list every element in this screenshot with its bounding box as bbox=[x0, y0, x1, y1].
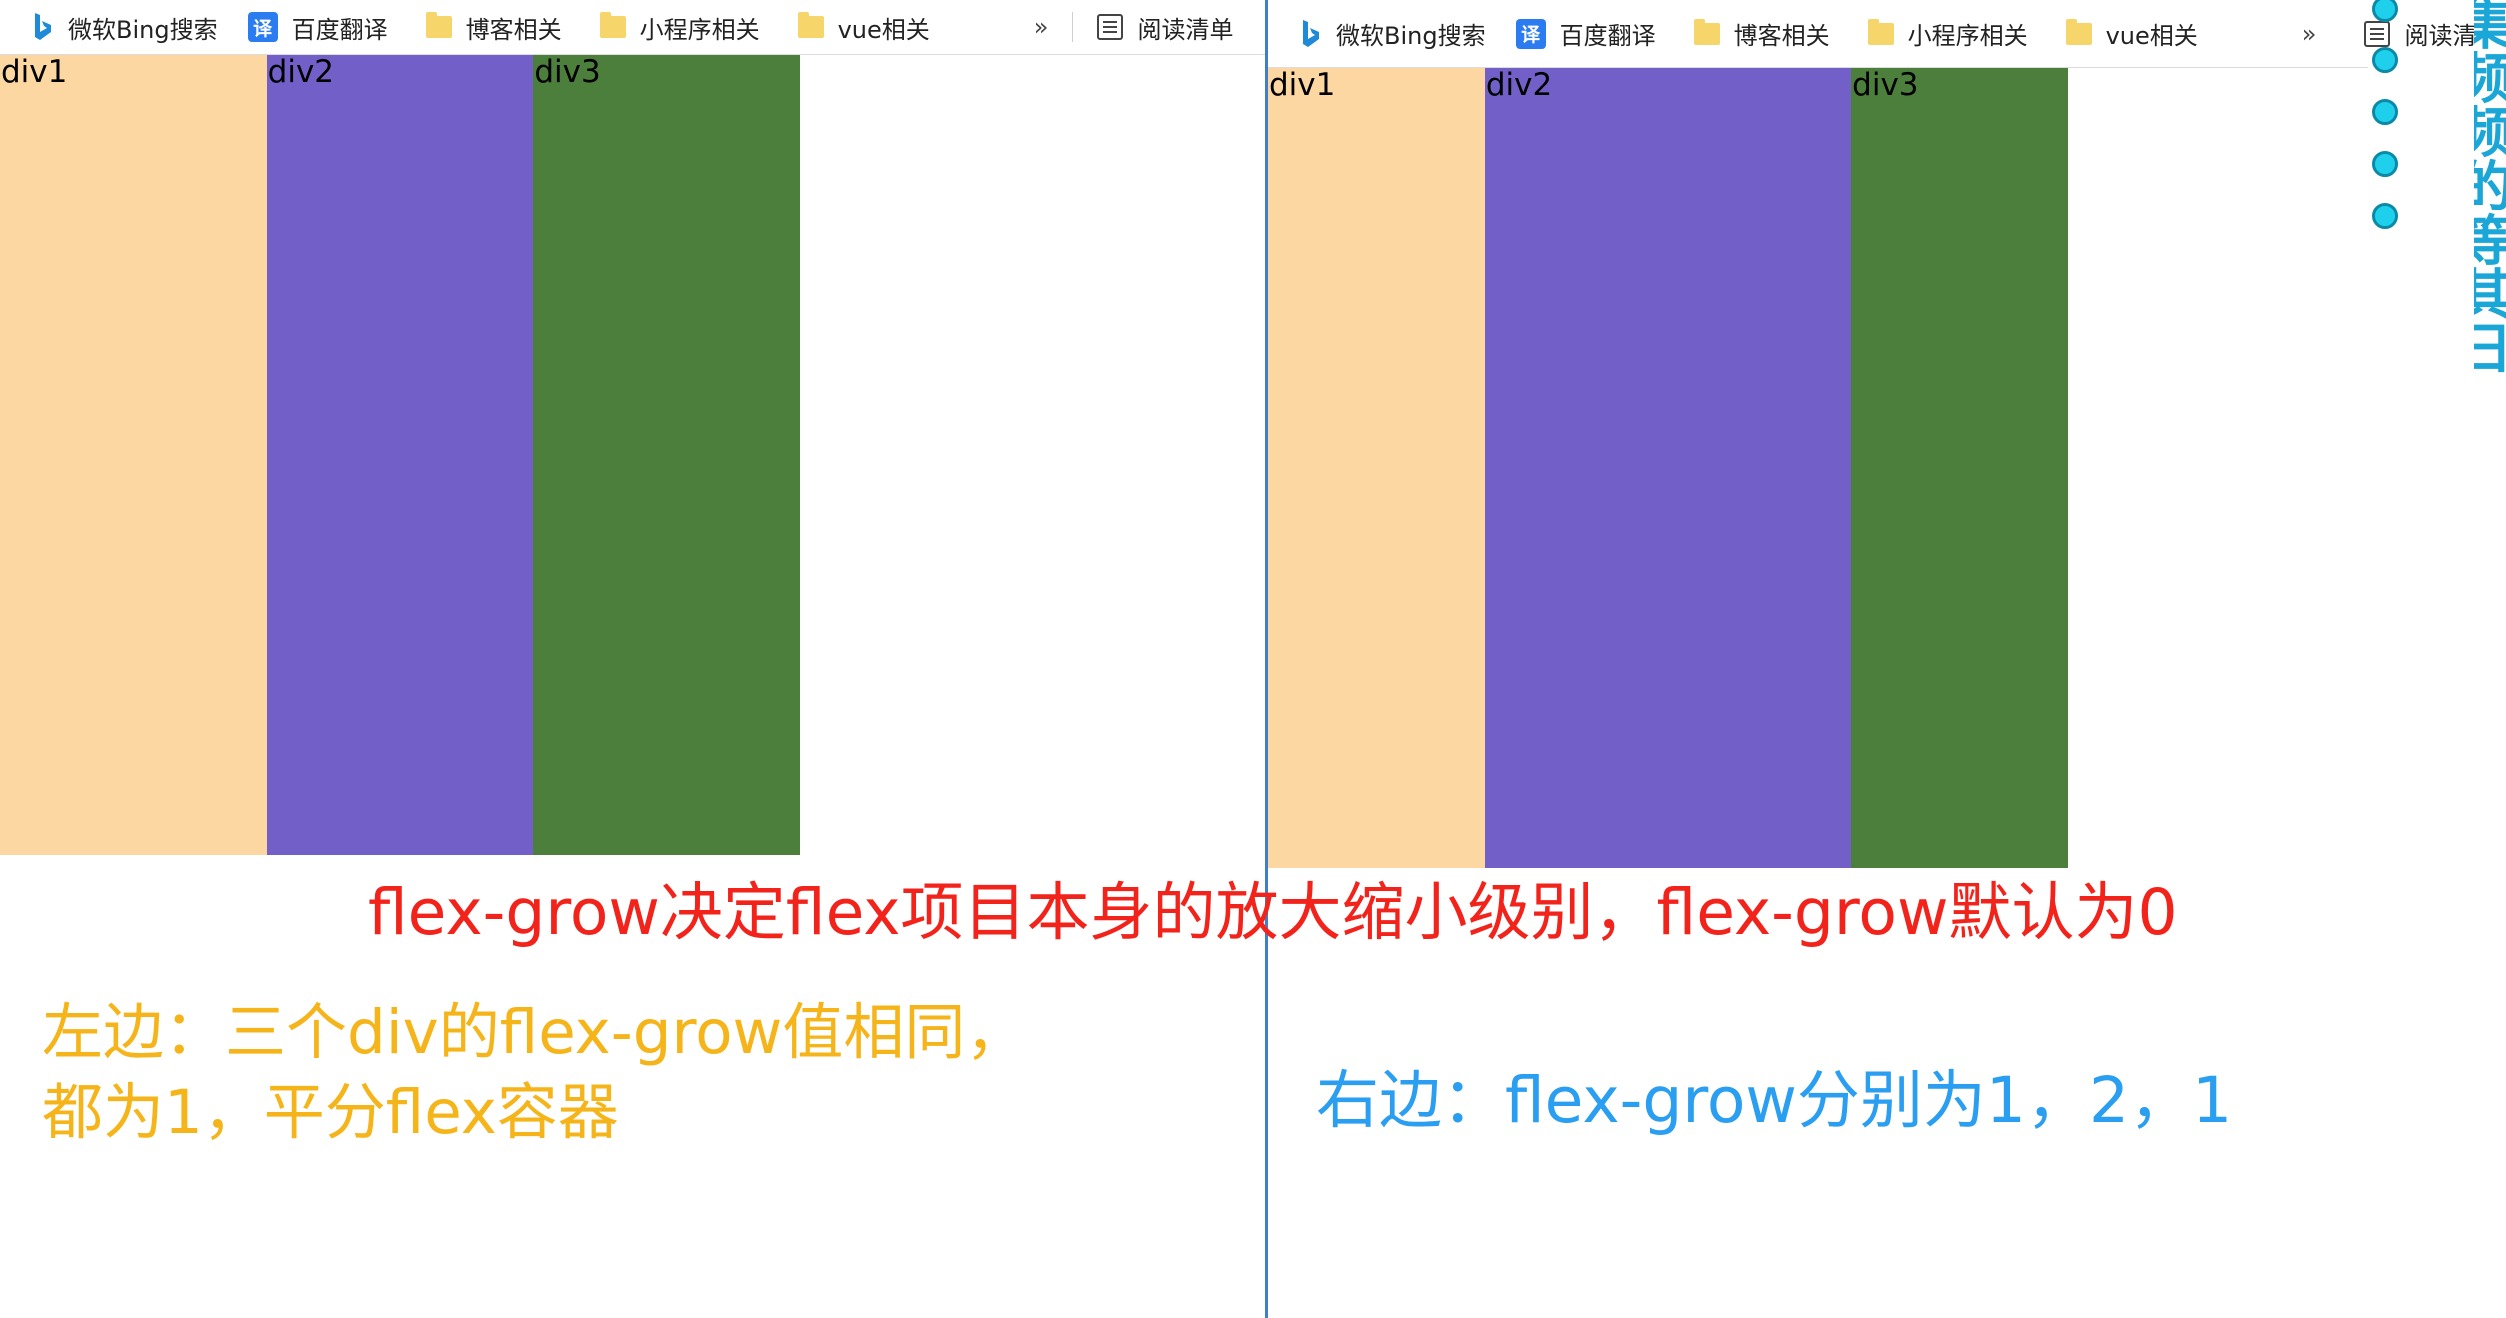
bookmark-bing[interactable]: 微软Bing搜索 bbox=[32, 10, 218, 45]
flex-item-label: div2 bbox=[1485, 67, 1553, 103]
more-bookmarks-icon[interactable]: » bbox=[2302, 20, 2317, 48]
folder-icon bbox=[1693, 18, 1720, 45]
side-vertical-text: 集频频的等其日 bbox=[2474, 0, 2506, 374]
folder-icon bbox=[425, 12, 452, 38]
left-flex-container: div1 div2 div3 bbox=[0, 54, 801, 855]
bookmark-separator bbox=[1072, 12, 1074, 42]
dot-icon bbox=[2372, 47, 2398, 73]
reading-list-icon bbox=[1097, 14, 1124, 40]
bookmark-bing[interactable]: 微软Bing搜索 bbox=[1300, 16, 1486, 51]
bookmark-folder-miniprogram[interactable]: 小程序相关 bbox=[599, 10, 760, 45]
flex-item-label: div3 bbox=[534, 54, 601, 90]
flex-item-label: div1 bbox=[1, 54, 68, 90]
right-flex-container: div1 div2 div3 bbox=[1268, 67, 2069, 868]
bookmark-label: 博客相关 bbox=[1733, 22, 1830, 50]
bookmark-folder-vue[interactable]: vue相关 bbox=[2065, 16, 2198, 51]
bookmark-label: 博客相关 bbox=[465, 15, 562, 44]
translate-icon: 译 bbox=[247, 12, 278, 42]
bookmark-baidu-translate[interactable]: 译 百度翻译 bbox=[247, 10, 388, 45]
left-caption-line2: 都为1，平分flex容器 bbox=[42, 1077, 619, 1148]
bookmark-label: vue相关 bbox=[2105, 22, 2198, 50]
translate-icon: 译 bbox=[1515, 18, 1546, 49]
reading-list-icon bbox=[2364, 20, 2391, 47]
dot-icon bbox=[2372, 99, 2398, 125]
more-bookmarks-icon[interactable]: » bbox=[1034, 13, 1049, 41]
bookmark-bar: 微软Bing搜索 译 百度翻译 博客相关 小程序相关 vue相关 » 阅读清 bbox=[1268, 0, 2476, 68]
bookmark-folder-miniprogram[interactable]: 小程序相关 bbox=[1867, 16, 2028, 51]
bookmark-label: 小程序相关 bbox=[1907, 22, 2028, 50]
flex-item-div2: div2 bbox=[266, 54, 534, 855]
bookmark-folder-blog[interactable]: 博客相关 bbox=[1693, 16, 1830, 51]
flex-item-div3: div3 bbox=[533, 54, 801, 855]
flex-item-div1: div1 bbox=[1268, 67, 1485, 868]
bookmark-label: 小程序相关 bbox=[639, 15, 760, 44]
bing-icon bbox=[32, 12, 54, 42]
reading-list-button[interactable]: 阅读清单 bbox=[1097, 10, 1233, 45]
bing-icon bbox=[1300, 19, 1322, 49]
bookmark-folder-blog[interactable]: 博客相关 bbox=[425, 10, 562, 45]
flex-item-div1: div1 bbox=[0, 54, 267, 855]
flex-item-label: div3 bbox=[1852, 67, 1919, 103]
reading-list-label: 阅读清 bbox=[2404, 22, 2477, 50]
dot-icon bbox=[2372, 203, 2398, 229]
folder-icon bbox=[599, 12, 626, 38]
flex-item-label: div1 bbox=[1269, 67, 1336, 103]
folder-icon bbox=[1867, 18, 1894, 45]
bookmark-label: vue相关 bbox=[837, 15, 930, 44]
dot-icon bbox=[2372, 151, 2398, 177]
folder-icon bbox=[2065, 18, 2092, 45]
left-caption-line1: 左边：三个div的flex-grow值相同， bbox=[42, 997, 1027, 1068]
flex-item-div3: div3 bbox=[1851, 67, 2069, 868]
flex-item-div2: div2 bbox=[1484, 67, 1852, 868]
bookmark-label: 百度翻译 bbox=[1559, 22, 1656, 50]
bookmark-label: 微软Bing搜索 bbox=[68, 15, 218, 44]
right-caption: 右边：flex-grow分别为1，2，1 bbox=[1316, 1064, 2233, 1137]
reading-list-label: 阅读清单 bbox=[1137, 15, 1234, 44]
bookmark-label: 百度翻译 bbox=[291, 15, 388, 44]
bookmark-folder-vue[interactable]: vue相关 bbox=[797, 10, 930, 45]
flex-item-label: div2 bbox=[267, 54, 335, 90]
folder-icon bbox=[797, 12, 824, 38]
bookmark-bar: 微软Bing搜索 译 百度翻译 博客相关 小程序相关 vue相关 » 阅读清单 bbox=[0, 0, 1265, 55]
main-caption: flex-grow决定flex项目本身的放大缩小级别，flex-grow默认为0 bbox=[368, 876, 2178, 949]
bookmark-label: 微软Bing搜索 bbox=[1336, 22, 1486, 50]
bookmark-baidu-translate[interactable]: 译 百度翻译 bbox=[1515, 16, 1656, 51]
